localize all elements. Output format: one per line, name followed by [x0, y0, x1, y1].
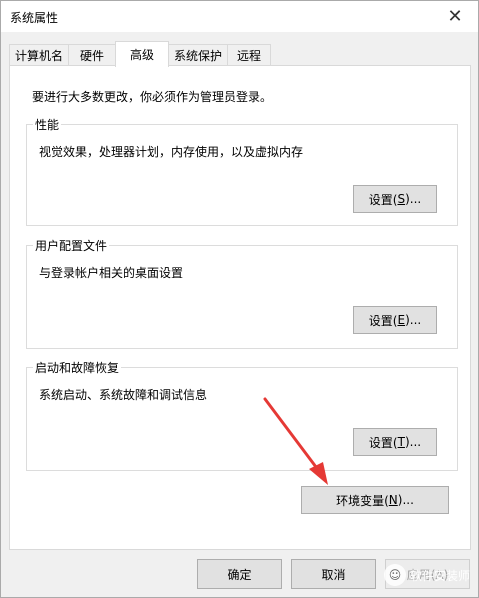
cancel-button[interactable]: 取消 — [291, 559, 376, 589]
user-profiles-group: 用户配置文件 与登录帐户相关的桌面设置 设置(E)... — [26, 237, 458, 349]
tab-hardware[interactable]: 硬件 — [68, 44, 116, 66]
performance-settings-button[interactable]: 设置(S)... — [353, 185, 437, 213]
tab-remote[interactable]: 远程 — [227, 44, 271, 66]
tab-advanced[interactable]: 高级 — [115, 41, 169, 67]
user-profiles-settings-button[interactable]: 设置(E)... — [353, 306, 437, 334]
tab-system-protection[interactable]: 系统保护 — [168, 44, 228, 66]
admin-notice: 要进行大多数更改，你必须作为管理员登录。 — [32, 90, 273, 104]
user-profiles-description: 与登录帐户相关的桌面设置 — [39, 266, 184, 280]
close-icon: ✕ — [447, 6, 463, 27]
tab-computer-name[interactable]: 计算机名 — [9, 44, 69, 66]
user-profiles-title: 用户配置文件 — [33, 237, 110, 254]
wechat-logo-icon: ☺ — [383, 564, 406, 586]
performance-title: 性能 — [33, 116, 62, 133]
system-properties-window: 系统属性 ✕ 计算机名 硬件 高级 系统保护 远程 要进行大多数更改，你必须作为… — [0, 0, 479, 598]
ok-button[interactable]: 确定 — [197, 559, 282, 589]
startup-recovery-description: 系统启动、系统故障和调试信息 — [39, 388, 208, 402]
watermark: ☺ 软件安装师 — [383, 564, 470, 586]
watermark-text: 软件安装师 — [409, 568, 470, 583]
title-bar: 系统属性 ✕ — [1, 1, 478, 32]
performance-description: 视觉效果，处理器计划，内存使用，以及虚拟内存 — [39, 145, 304, 159]
startup-recovery-settings-button[interactable]: 设置(T)... — [353, 428, 437, 456]
environment-variables-button[interactable]: 环境变量(N)... — [301, 486, 449, 514]
close-button[interactable]: ✕ — [432, 1, 478, 32]
advanced-tab-panel: 要进行大多数更改，你必须作为管理员登录。 性能 视觉效果，处理器计划，内存使用，… — [9, 65, 471, 550]
performance-group: 性能 视觉效果，处理器计划，内存使用，以及虚拟内存 设置(S)... — [26, 116, 458, 226]
startup-recovery-group: 启动和故障恢复 系统启动、系统故障和调试信息 设置(T)... — [26, 359, 458, 471]
startup-recovery-title: 启动和故障恢复 — [33, 359, 122, 376]
window-title: 系统属性 — [10, 11, 59, 25]
